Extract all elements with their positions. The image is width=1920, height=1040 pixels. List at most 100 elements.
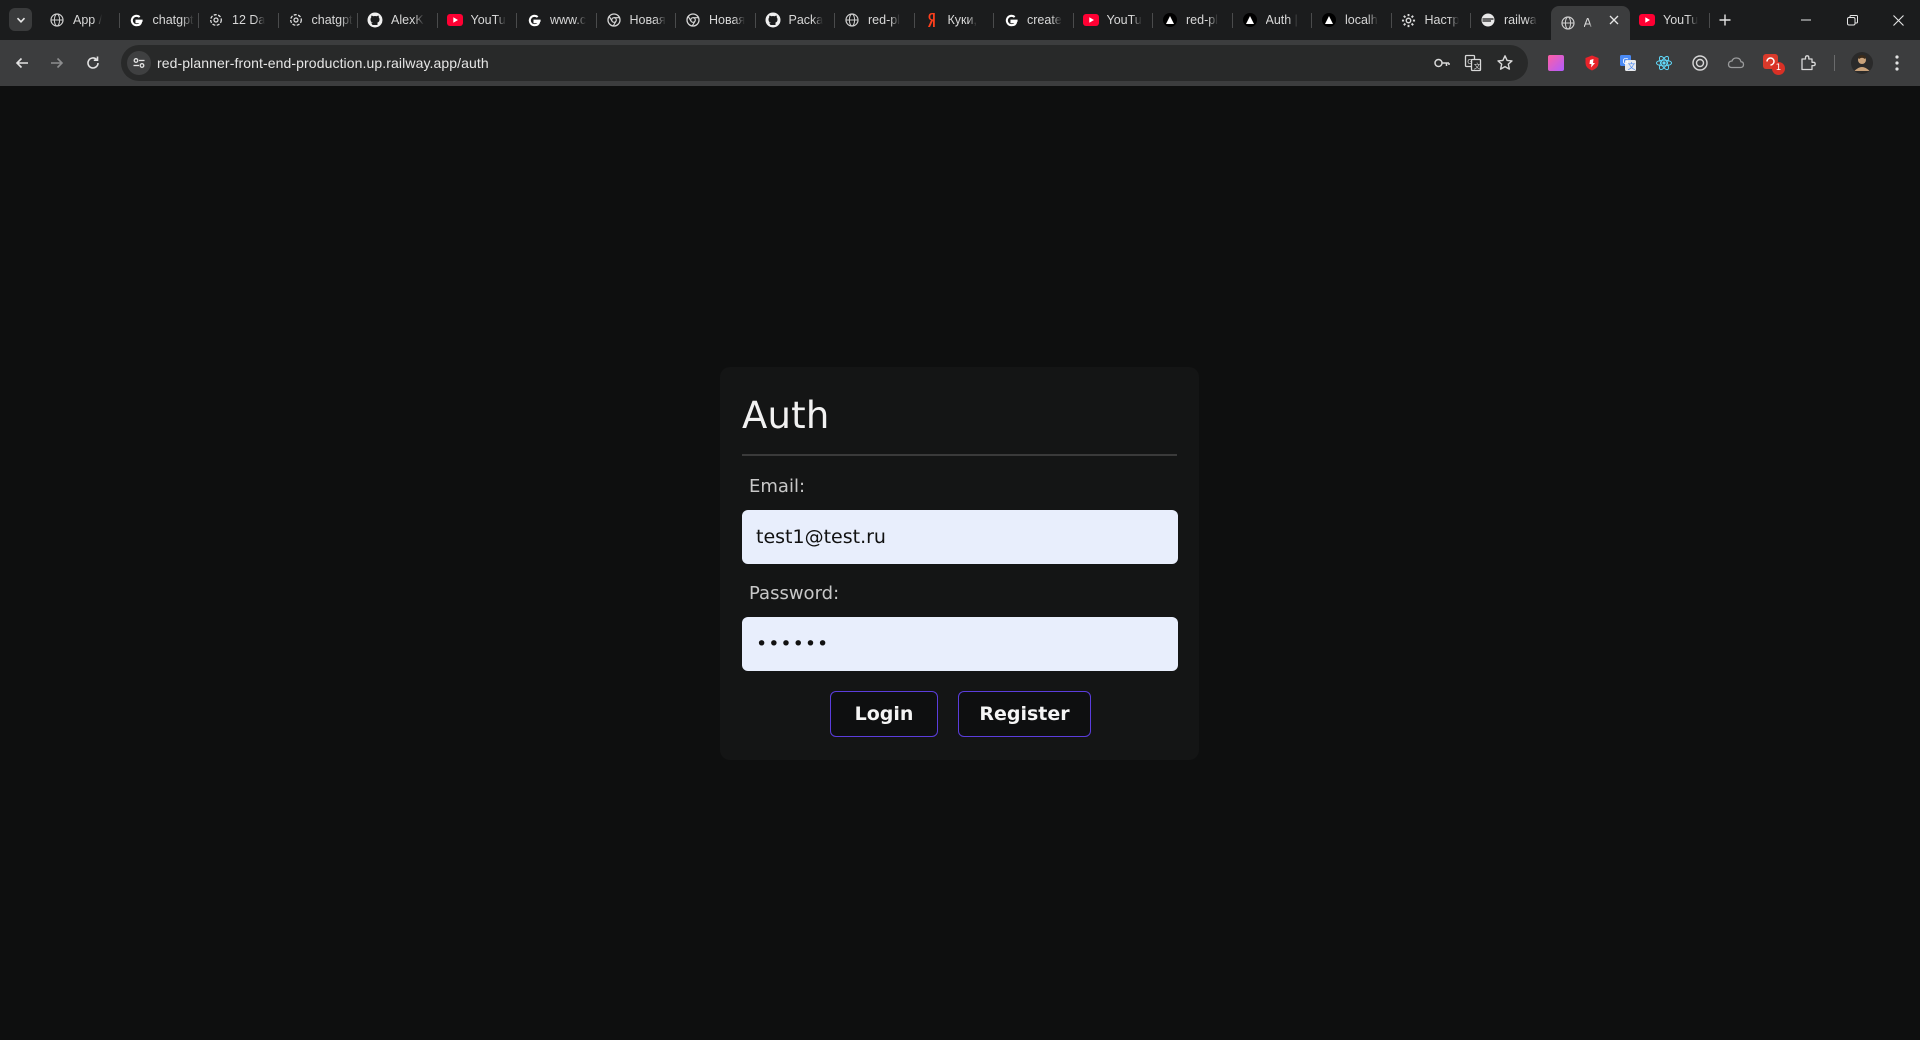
forward-button[interactable] [43, 49, 71, 77]
github-icon [367, 12, 383, 28]
browser-tab[interactable]: Packa [756, 6, 836, 34]
yandex-icon [924, 12, 940, 28]
tab-close-icon[interactable] [1607, 13, 1621, 27]
browser-tab[interactable]: App / [40, 6, 120, 34]
gear-icon [1401, 12, 1417, 28]
extension-translate-button[interactable]: G文 [1617, 52, 1639, 74]
back-button[interactable] [8, 49, 36, 77]
tab-title: YouTu [470, 13, 506, 27]
tab-search-button[interactable] [9, 8, 32, 31]
minimize-icon [1801, 19, 1811, 21]
arrow-left-icon [15, 57, 28, 69]
browser-tab[interactable]: railwa [1471, 6, 1551, 34]
password-field[interactable] [742, 617, 1178, 671]
browser-tab[interactable]: red-pl [1153, 6, 1233, 34]
red-shield-icon [1585, 55, 1599, 71]
browser-tab[interactable]: Настр [1392, 6, 1472, 34]
window-close-button[interactable] [1875, 0, 1920, 40]
tab-title: Auth | [1265, 13, 1298, 27]
railway-icon [1480, 12, 1496, 28]
gradient-square-icon [1548, 55, 1564, 71]
extension-red-button[interactable] [1581, 52, 1603, 74]
extension-badge-button[interactable]: 1 [1761, 52, 1785, 75]
close-icon [1892, 14, 1904, 26]
site-info-button[interactable] [127, 51, 151, 75]
bookmark-button[interactable] [1495, 53, 1515, 73]
browser-tab[interactable]: www.c [517, 6, 597, 34]
avatar-icon [1851, 52, 1873, 74]
browser-tab[interactable]: create [994, 6, 1074, 34]
google-icon [129, 12, 145, 28]
youtube-icon [1639, 12, 1655, 28]
browser-tab[interactable]: Auth | [1233, 6, 1313, 34]
password-key-button[interactable] [1432, 53, 1452, 73]
openai-icon [208, 12, 224, 28]
cloud-icon [1727, 57, 1745, 69]
chrome-icon [685, 12, 701, 28]
browser-tab[interactable]: chatgpt [120, 6, 200, 34]
browser-tab[interactable]: YouTu [1630, 6, 1710, 34]
svg-text:文: 文 [1628, 61, 1636, 71]
restore-button[interactable] [1829, 0, 1875, 40]
youtube-icon [446, 12, 463, 28]
chrome-icon [606, 12, 622, 28]
tab-title: YouTu [1663, 13, 1699, 27]
login-button[interactable]: Login [830, 691, 938, 737]
browser-tab[interactable]: localh [1312, 6, 1392, 34]
email-field[interactable] [742, 510, 1178, 564]
minimize-button[interactable] [1783, 0, 1829, 40]
profile-avatar-button[interactable] [1849, 50, 1875, 76]
browser-tab[interactable]: Новая [597, 6, 677, 34]
tab-title: red-pl [868, 13, 900, 27]
browser-toolbar: red-planner-front-end-production.up.rail… [0, 40, 1920, 86]
extension-gradient-button[interactable] [1545, 52, 1567, 74]
extension-cloud-button[interactable] [1725, 52, 1747, 74]
tab-title: chatgpt [152, 13, 194, 27]
reload-button[interactable] [79, 49, 107, 77]
page-content: Auth Email: Password: Login Register [0, 86, 1920, 1040]
google-icon [1003, 12, 1019, 28]
github-icon [765, 12, 781, 28]
password-label: Password: [749, 583, 840, 604]
chevron-down-icon [16, 17, 25, 23]
arrow-right-icon [51, 57, 64, 69]
globe-icon [1560, 15, 1576, 31]
google-translate-icon: G文 [1620, 55, 1636, 71]
browser-tab-active[interactable]: A [1550, 6, 1630, 40]
puzzle-icon [1801, 55, 1816, 71]
browser-tab[interactable]: Новая [676, 6, 756, 34]
tab-title: Куки, [947, 13, 977, 27]
browser-tab[interactable]: red-pl [835, 6, 915, 34]
more-vertical-icon [1895, 55, 1899, 71]
tab-title: www.c [550, 13, 587, 27]
url-text: red-planner-front-end-production.up.rail… [157, 55, 489, 71]
tab-title: App / [73, 13, 103, 27]
browser-tab[interactable]: YouTu [438, 6, 518, 34]
extension-target-button[interactable] [1689, 52, 1711, 74]
email-label: Email: [749, 476, 806, 497]
tab-title: create [1027, 13, 1062, 27]
extension-react-button[interactable] [1653, 52, 1675, 74]
address-bar[interactable]: red-planner-front-end-production.up.rail… [121, 45, 1528, 81]
browser-menu-button[interactable] [1886, 52, 1908, 74]
svg-text:G: G [1467, 58, 1472, 66]
triangle-icon [1321, 12, 1337, 28]
browser-tab[interactable]: 12 Da [199, 6, 279, 34]
extension-badge-count: 1 [1772, 62, 1785, 75]
restore-icon [1846, 14, 1858, 25]
browser-tab[interactable]: Куки, [915, 6, 995, 34]
title-divider [742, 454, 1177, 456]
browser-tab[interactable]: chatgpt [279, 6, 359, 34]
extensions-menu-button[interactable] [1797, 52, 1819, 74]
new-tab-button[interactable] [1710, 6, 1740, 34]
tab-title: chatgpt [311, 13, 353, 27]
youtube-icon [1082, 12, 1099, 28]
tab-title: Packa [788, 13, 824, 27]
register-button[interactable]: Register [958, 691, 1091, 737]
tab-title: Настр [1424, 13, 1460, 27]
browser-tab[interactable]: YouTu [1074, 6, 1154, 34]
tab-title: A [1583, 16, 1592, 30]
browser-tab[interactable]: AlexK [358, 6, 438, 34]
plus-icon [1719, 14, 1730, 26]
translate-button[interactable]: G文 [1463, 53, 1483, 73]
